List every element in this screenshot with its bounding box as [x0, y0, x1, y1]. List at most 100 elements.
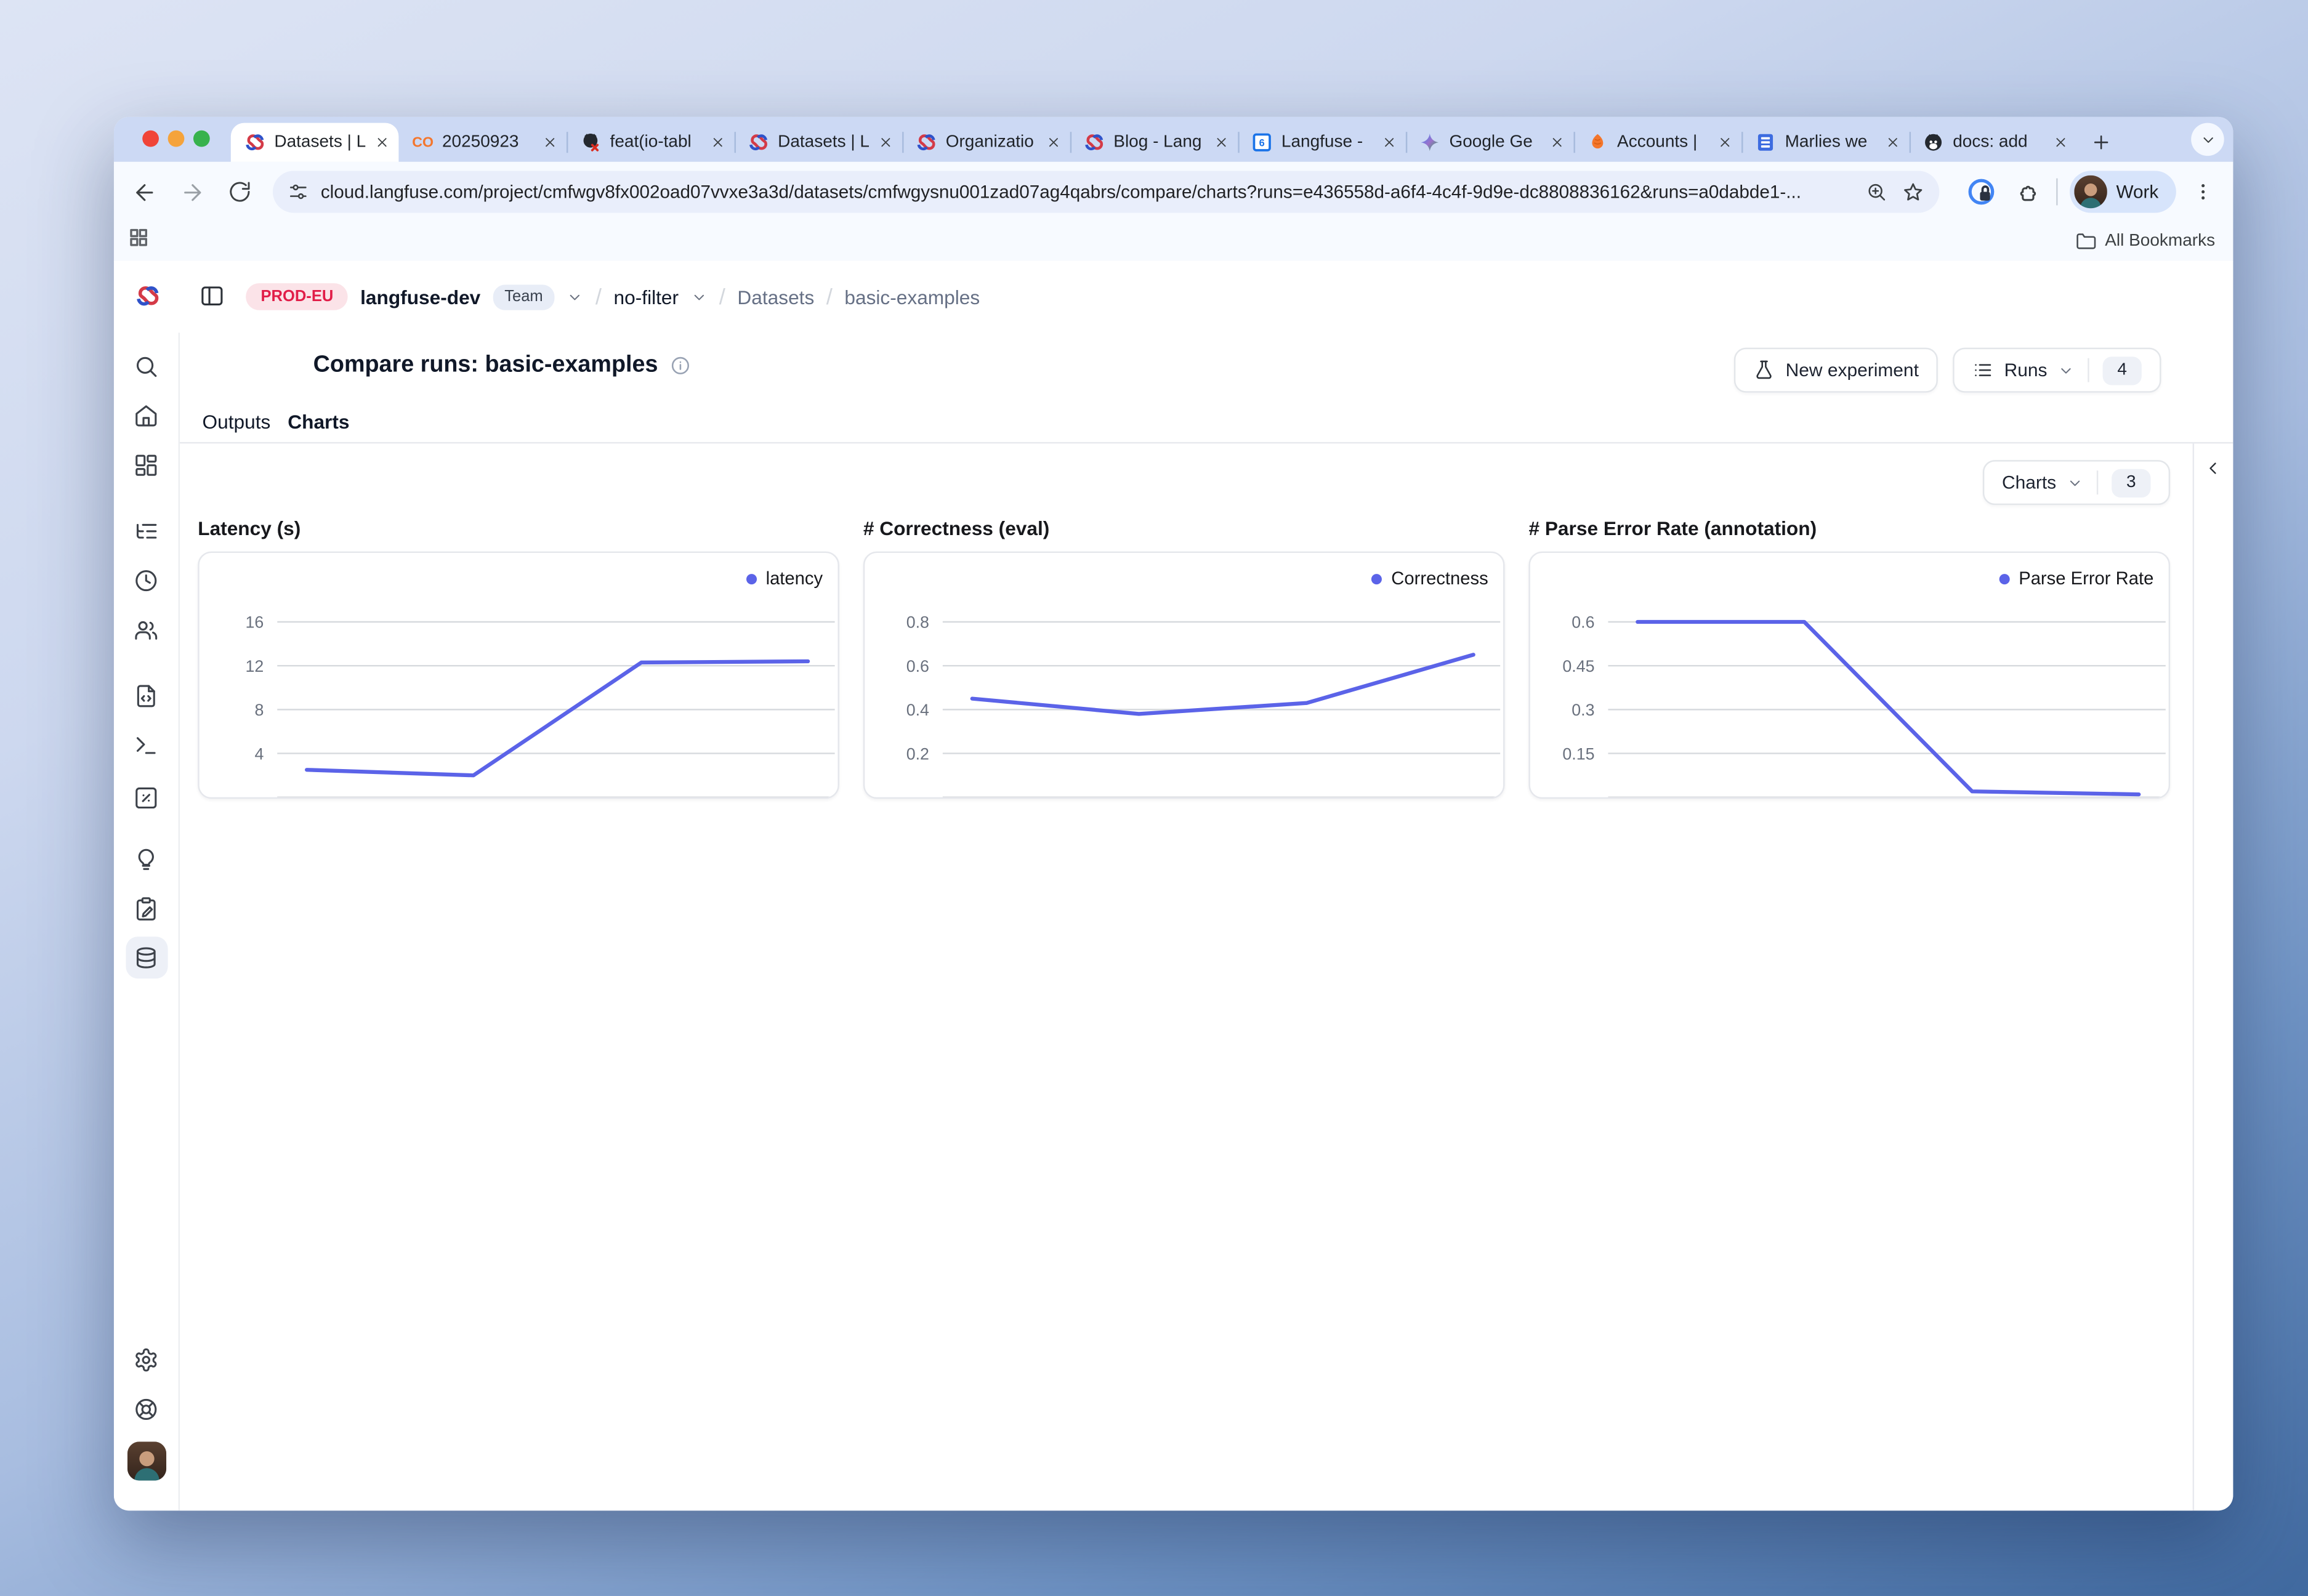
minimize-window-button[interactable] — [168, 131, 185, 147]
close-tab-icon[interactable] — [1886, 135, 1900, 150]
close-tab-icon[interactable] — [1046, 135, 1061, 150]
close-tab-icon[interactable] — [711, 135, 725, 150]
back-button[interactable] — [126, 174, 161, 209]
browser-tab-blog[interactable]: Blog - Lang — [1070, 123, 1238, 162]
svg-text:6: 6 — [1259, 138, 1265, 149]
charts-dropdown-button[interactable]: Charts 3 — [1982, 460, 2170, 505]
line-chart[interactable]: 481216 — [200, 553, 839, 799]
chevron-down-icon[interactable] — [691, 289, 708, 305]
tab-outputs[interactable]: Outputs — [203, 411, 271, 433]
svg-text:0.15: 0.15 — [1562, 744, 1594, 763]
reload-icon — [228, 180, 252, 204]
bookmark-star-icon[interactable] — [1902, 180, 1924, 203]
langfuse-favicon — [244, 132, 265, 153]
sidebar-item-datasets[interactable] — [125, 937, 167, 978]
tab-title: 20250923 — [442, 134, 536, 151]
sidebar-item-users[interactable] — [125, 608, 167, 650]
view-tabs: Outputs Charts — [180, 411, 2233, 444]
toolbar-right: Work — [1955, 171, 2222, 212]
close-tab-icon[interactable] — [1717, 135, 1732, 150]
sidebar-item-dashboards[interactable] — [125, 443, 167, 485]
sidebar-item-search[interactable] — [125, 345, 167, 387]
new-experiment-button[interactable]: New experiment — [1735, 348, 1939, 393]
close-tab-icon[interactable] — [1550, 135, 1565, 150]
close-tab-icon[interactable] — [374, 135, 389, 150]
new-tab-button[interactable] — [2083, 124, 2119, 160]
breadcrumb-dataset-name[interactable]: basic-examples — [844, 286, 980, 308]
svg-text:0.8: 0.8 — [906, 613, 929, 632]
toolbar-divider — [2056, 179, 2057, 206]
browser-tab-marlies[interactable]: Marlies we — [1741, 123, 1910, 162]
sidebar-item-annotation-queues[interactable] — [125, 887, 167, 929]
close-tab-icon[interactable] — [1214, 135, 1229, 150]
chevron-down-icon[interactable] — [567, 289, 584, 305]
browser-tab-accounts[interactable]: Accounts | — [1573, 123, 1741, 162]
tab-title: Blog - Lang — [1113, 134, 1208, 151]
sidebar-item-insights[interactable] — [125, 837, 167, 879]
user-avatar[interactable] — [127, 1441, 166, 1480]
password-manager-icon[interactable] — [1963, 174, 1999, 209]
breadcrumb-project[interactable]: no-filter — [614, 286, 679, 308]
apps-grid-icon[interactable] — [127, 226, 150, 256]
forward-button[interactable] — [174, 174, 209, 209]
zoom-in-icon[interactable] — [1866, 181, 1887, 202]
browser-tab-gemini[interactable]: Google Ge — [1406, 123, 1574, 162]
svg-text:16: 16 — [246, 613, 264, 632]
browser-tab-calendar[interactable]: 6 Langfuse - — [1238, 123, 1406, 162]
maximize-window-button[interactable] — [193, 131, 210, 147]
tab-charts[interactable]: Charts — [288, 411, 349, 433]
page-title: Compare runs: basic-examples — [313, 352, 691, 379]
extensions-icon[interactable] — [2008, 174, 2044, 209]
org-type-badge: Team — [493, 284, 555, 309]
breadcrumb-datasets[interactable]: Datasets — [737, 286, 814, 308]
chart-card: Correctness 0.20.40.60.8 — [863, 552, 1505, 799]
browser-tab-docs[interactable]: docs: add — [1910, 123, 2078, 162]
browser-tab-datasets-active[interactable]: Datasets | L — [231, 123, 399, 162]
legend-label: Parse Error Rate — [2019, 568, 2153, 589]
close-tab-icon[interactable] — [878, 135, 893, 150]
life-buoy-icon — [134, 1396, 159, 1421]
breadcrumb-org[interactable]: langfuse-dev — [360, 286, 480, 308]
chart-card: Parse Error Rate 0.150.30.450.6 — [1528, 552, 2170, 799]
sidebar-item-tracing[interactable] — [125, 509, 167, 551]
close-tab-icon[interactable] — [1382, 135, 1397, 150]
sidebar-item-sessions[interactable] — [125, 559, 167, 601]
sidebar-item-evaluators[interactable] — [125, 776, 167, 818]
all-bookmarks-button[interactable]: All Bookmarks — [2075, 231, 2216, 252]
url-text: cloud.langfuse.com/project/cmfwgv8fx002o… — [321, 181, 1851, 202]
close-tab-icon[interactable] — [543, 135, 557, 150]
svg-text:0.2: 0.2 — [906, 744, 929, 763]
line-chart[interactable]: 0.150.30.450.6 — [1530, 553, 2170, 799]
home-icon — [134, 402, 159, 427]
site-settings-icon[interactable] — [288, 181, 309, 202]
sidebar-item-playground[interactable] — [125, 724, 167, 766]
sidebar-item-settings[interactable] — [125, 1338, 167, 1380]
browser-tab-20250923[interactable]: CO 20250923 — [398, 123, 567, 162]
sidebar-toggle-button[interactable] — [200, 283, 225, 316]
sidebar-item-support[interactable] — [125, 1388, 167, 1430]
chart-title: # Correctness (eval) — [863, 517, 1505, 552]
browser-tab-datasets-2[interactable]: Datasets | L — [735, 123, 903, 162]
address-bar[interactable]: cloud.langfuse.com/project/cmfwgv8fx002o… — [273, 171, 1939, 212]
info-icon[interactable] — [670, 355, 691, 376]
sidebar-item-home[interactable] — [125, 394, 167, 436]
breadcrumb: PROD-EU langfuse-dev Team / no-filter / … — [246, 260, 980, 332]
browser-menu-button[interactable] — [2185, 174, 2221, 209]
reload-button[interactable] — [222, 174, 257, 209]
close-tab-icon[interactable] — [2053, 135, 2068, 150]
tab-search-button[interactable] — [2191, 123, 2224, 156]
browser-tab-organization[interactable]: Organizatio — [902, 123, 1070, 162]
desktop-background: Datasets | L CO 20250923 feat(io-tabl Da… — [0, 0, 2308, 1596]
line-chart[interactable]: 0.20.40.60.8 — [865, 553, 1504, 799]
google-calendar-favicon: 6 — [1251, 132, 1272, 153]
right-panel-rail — [2193, 443, 2233, 1510]
browser-toolbar: cloud.langfuse.com/project/cmfwgv8fx002o… — [114, 162, 2233, 222]
browser-tab-feat-pr[interactable]: feat(io-tabl — [567, 123, 735, 162]
legend-dot — [1372, 573, 1382, 584]
collapse-panel-button[interactable] — [2203, 459, 2223, 486]
sidebar-item-prompts[interactable] — [125, 674, 167, 716]
close-window-button[interactable] — [142, 131, 159, 147]
browser-profile-chip[interactable]: Work — [2070, 171, 2176, 212]
svg-text:0.6: 0.6 — [906, 657, 929, 675]
runs-dropdown-button[interactable]: Runs 4 — [1953, 348, 2161, 393]
